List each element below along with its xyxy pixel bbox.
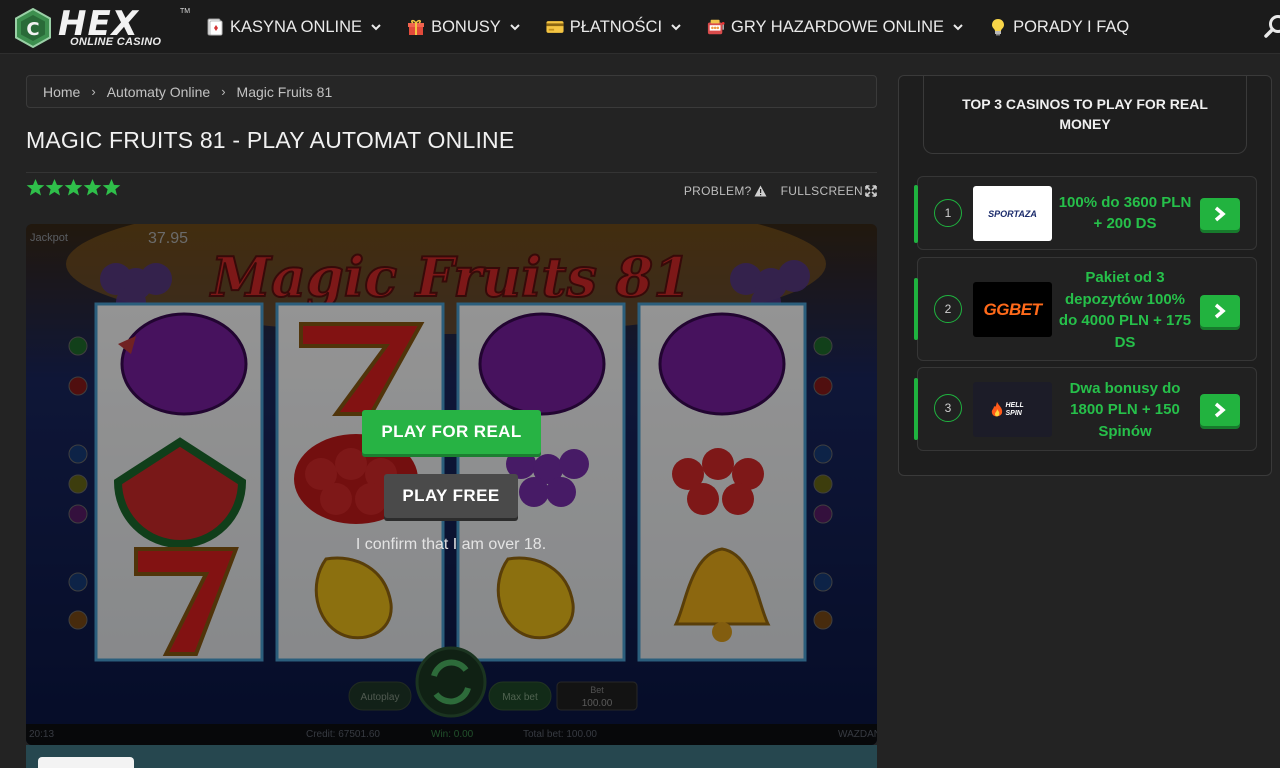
below-game-button[interactable] xyxy=(38,757,134,768)
slot-machine-icon xyxy=(707,18,725,36)
top-casinos-sidebar: TOP 3 CASINOS TO PLAY FOR REAL MONEY 1 S… xyxy=(898,75,1272,476)
search-icon[interactable] xyxy=(1264,14,1280,40)
casino-accent-bar xyxy=(914,378,918,440)
gift-icon xyxy=(407,18,425,36)
star-icon xyxy=(26,178,45,196)
report-problem-button[interactable]: PROBLEM? xyxy=(684,184,767,198)
nav-item-platnosci[interactable]: PŁATNOŚCI xyxy=(546,0,681,54)
casino-rank: 2 xyxy=(934,295,962,323)
hex-logo-icon: C xyxy=(15,8,51,48)
breadcrumb: Home › Automaty Online › Magic Fruits 81 xyxy=(26,75,877,108)
casino-card-1[interactable]: 1 SPORTAZA 100% do 3600 PLN + 200 DS xyxy=(914,176,1257,250)
casino-go-button[interactable] xyxy=(1200,198,1240,230)
cards-icon xyxy=(206,18,224,36)
play-free-button[interactable]: PLAY FREE xyxy=(384,474,518,518)
chevron-down-icon xyxy=(510,24,520,31)
casino-logo-text: GGBET xyxy=(983,299,1042,319)
casino-card-2[interactable]: 2 GGBET Pakiet od 3 depozytów 100% do 40… xyxy=(914,257,1257,361)
nav-item-porady-i-faq[interactable]: PORADY I FAQ xyxy=(989,0,1129,54)
casino-go-button[interactable] xyxy=(1200,394,1240,426)
nav-label: GRY HAZARDOWE ONLINE xyxy=(731,17,945,36)
nav-item-kasyna-online[interactable]: KASYNA ONLINE xyxy=(206,0,381,54)
nav-label: PORADY I FAQ xyxy=(1013,17,1130,36)
casino-logo-text: HELL SPIN xyxy=(1005,401,1024,417)
slot-game-frame[interactable]: Magic Fruits 81 Autoplay Max bet Bet 100… xyxy=(26,224,877,745)
star-icon xyxy=(45,178,64,196)
logo-subtitle: ONLINE CASINO xyxy=(70,36,162,48)
sidebar-title: TOP 3 CASINOS TO PLAY FOR REAL MONEY xyxy=(962,96,1208,132)
age-confirm-text: I confirm that I am over 18. xyxy=(355,536,547,553)
ggbet-logo[interactable]: GGBET xyxy=(973,282,1052,337)
casino-rank: 3 xyxy=(934,394,962,422)
star-rating xyxy=(26,178,121,197)
casino-bonus: 100% do 3600 PLN + 200 DS xyxy=(1058,193,1192,233)
hellspin-logo[interactable]: HELL SPIN xyxy=(973,382,1052,437)
breadcrumb-separator: › xyxy=(91,84,96,99)
casino-logo-text: SPORTAZA xyxy=(988,208,1037,219)
chevron-right-icon xyxy=(1214,402,1226,418)
play-for-real-button[interactable]: PLAY FOR REAL xyxy=(362,410,541,454)
chevron-down-icon xyxy=(671,24,681,31)
nav-item-gry-hazardowe-online[interactable]: GRY HAZARDOWE ONLINE xyxy=(707,0,963,54)
casino-card-3[interactable]: 3 HELL SPIN Dwa bonusy do 1800 PLN + 150… xyxy=(914,367,1257,451)
warning-icon xyxy=(754,185,767,197)
problem-label: PROBLEM? xyxy=(683,184,752,198)
star-icon xyxy=(83,178,102,196)
breadcrumb-home-link[interactable]: Home xyxy=(43,84,80,100)
nav-label: BONUSY xyxy=(431,17,501,36)
site-header: C HEX TM ONLINE CASINO KASYNA ONLINE BON… xyxy=(0,0,1280,54)
casino-bonus: Pakiet od 3 depozytów 100% do 4000 PLN +… xyxy=(1058,269,1192,351)
nav-item-bonusy[interactable]: BONUSY xyxy=(407,0,520,54)
casino-accent-bar xyxy=(914,185,918,243)
svg-text:C: C xyxy=(26,19,39,40)
star-icon xyxy=(102,178,121,196)
casino-accent-bar xyxy=(914,278,918,340)
title-divider xyxy=(26,172,877,173)
chevron-right-icon xyxy=(1214,206,1226,222)
fullscreen-button[interactable]: FULLSCREEN xyxy=(781,184,877,198)
casino-bonus: Dwa bonusy do 1800 PLN + 150 Spinów xyxy=(1069,379,1181,440)
page-title: MAGIC FRUITS 81 - PLAY AUTOMAT ONLINE xyxy=(26,127,515,153)
fullscreen-label: FULLSCREEN xyxy=(780,184,863,198)
nav-label: KASYNA ONLINE xyxy=(230,17,363,36)
fullscreen-icon xyxy=(865,185,877,197)
flame-icon xyxy=(991,401,1002,416)
game-tools: PROBLEM? FULLSCREEN xyxy=(670,184,877,198)
breadcrumb-current: Magic Fruits 81 xyxy=(236,83,333,100)
credit-card-icon xyxy=(546,18,564,36)
site-logo[interactable]: C HEX TM ONLINE CASINO xyxy=(14,4,190,50)
breadcrumb-automaty-link[interactable]: Automaty Online xyxy=(107,84,211,100)
below-game-panel xyxy=(26,745,877,768)
chevron-down-icon xyxy=(371,24,381,31)
main-nav: KASYNA ONLINE BONUSY PŁATNOŚCI GRY HAZAR… xyxy=(206,0,1155,54)
chevron-down-icon xyxy=(953,24,963,31)
breadcrumb-separator: › xyxy=(221,84,226,99)
star-icon xyxy=(64,178,83,196)
sidebar-title-box: TOP 3 CASINOS TO PLAY FOR REAL MONEY xyxy=(923,75,1247,154)
casino-go-button[interactable] xyxy=(1200,295,1240,327)
sportaza-logo[interactable]: SPORTAZA xyxy=(973,186,1052,241)
casino-rank: 1 xyxy=(934,199,962,227)
nav-label: PŁATNOŚCI xyxy=(569,17,663,36)
lightbulb-icon xyxy=(989,18,1007,36)
chevron-right-icon xyxy=(1214,303,1226,319)
logo-trademark: TM xyxy=(180,8,191,15)
